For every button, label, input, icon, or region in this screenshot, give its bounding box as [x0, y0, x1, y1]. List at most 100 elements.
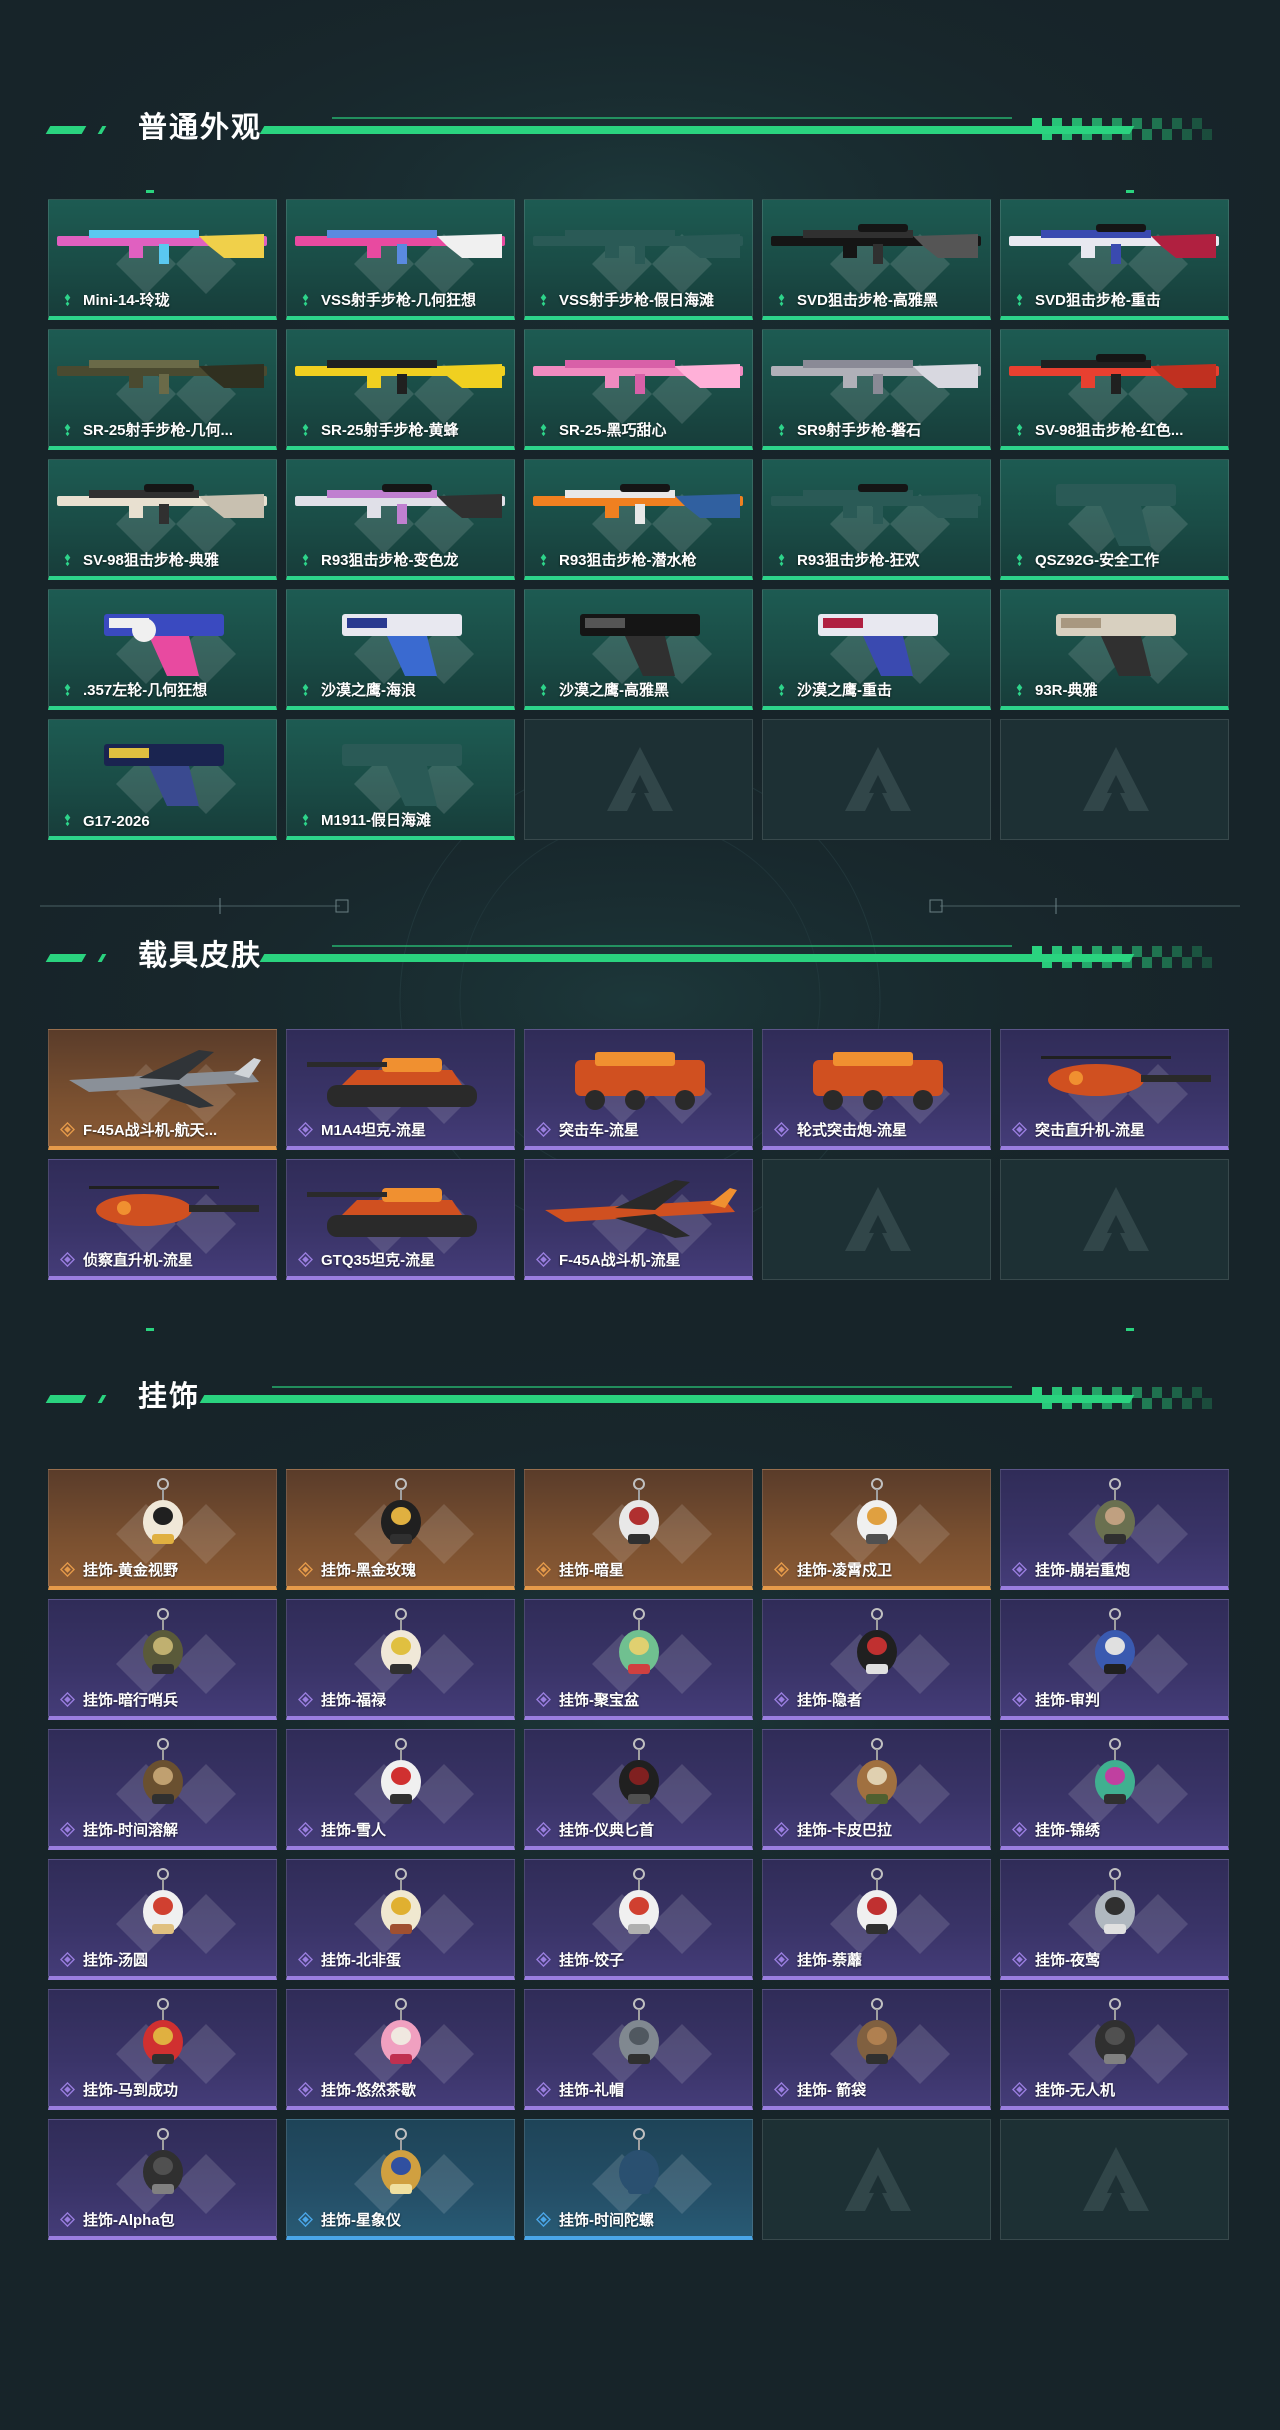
empty-slot[interactable] — [524, 719, 753, 840]
item-card[interactable]: 挂饰-黄金视野 — [48, 1469, 277, 1590]
item-card[interactable]: 挂饰-锦绣 — [1000, 1729, 1229, 1850]
item-card[interactable]: 挂饰-福禄 — [286, 1599, 515, 1720]
item-card[interactable]: 挂饰-凌霄戍卫 — [762, 1469, 991, 1590]
item-card[interactable]: F-45A战斗机-航天... — [48, 1029, 277, 1150]
item-card[interactable]: SVD狙击步枪-重击 — [1000, 199, 1229, 320]
item-card[interactable]: QSZ92G-安全工作 — [1000, 459, 1229, 580]
item-label: SV-98狙击步枪-典雅 — [83, 552, 219, 569]
item-label: .357左轮-几何狂想 — [83, 682, 208, 699]
rarity-diamond-icon — [778, 553, 785, 567]
item-card[interactable]: 挂饰-黑金玫瑰 — [286, 1469, 515, 1590]
item-card[interactable]: 挂饰-马到成功 — [48, 1989, 277, 2110]
item-card[interactable]: 挂饰-卡皮巴拉 — [762, 1729, 991, 1850]
item-card[interactable]: F-45A战斗机-流星 — [524, 1159, 753, 1280]
charm-icon — [381, 1738, 421, 1804]
rarity-diamond-icon — [60, 1252, 75, 1267]
item-card[interactable]: R93狙击步枪-狂欢 — [762, 459, 991, 580]
item-card[interactable]: R93狙击步枪-潜水枪 — [524, 459, 753, 580]
charms-grid: 挂饰-黄金视野 挂饰-黑金玫瑰 挂饰-暗星 挂饰-凌霄戍卫 挂饰-崩岩重炮挂饰-暗行哨兵… — [48, 1469, 1229, 2240]
item-card[interactable]: VSS射手步枪-几何狂想 — [286, 199, 515, 320]
item-card[interactable]: 挂饰-北非蛋 — [286, 1859, 515, 1980]
item-card[interactable]: M1911-假日海滩 — [286, 719, 515, 840]
empty-slot[interactable] — [762, 2119, 991, 2240]
item-card[interactable]: 挂饰-隐者 — [762, 1599, 991, 1720]
rarity-diamond-icon — [64, 553, 71, 567]
item-label: 挂饰-饺子 — [559, 1952, 624, 1969]
item-card[interactable]: 挂饰-悠然茶歇 — [286, 1989, 515, 2110]
item-card[interactable]: M1A4坦克-流星 — [286, 1029, 515, 1150]
item-card[interactable]: 挂饰-饺子 — [524, 1859, 753, 1980]
game-logo-icon — [1083, 747, 1149, 811]
charm-icon — [1095, 1738, 1135, 1804]
item-card[interactable]: 挂饰-萘蘼 — [762, 1859, 991, 1980]
item-card[interactable]: 挂饰-无人机 — [1000, 1989, 1229, 2110]
item-card[interactable]: 挂饰-暗星 — [524, 1469, 753, 1590]
item-card[interactable]: 沙漠之鹰-重击 — [762, 589, 991, 710]
item-card[interactable]: 挂饰-雪人 — [286, 1729, 515, 1850]
item-card[interactable]: 挂饰-仪典匕首 — [524, 1729, 753, 1850]
item-card[interactable]: 挂饰-夜莺 — [1000, 1859, 1229, 1980]
rarity-diamond-icon — [536, 1952, 551, 1967]
item-label: 挂饰- 箭袋 — [797, 2082, 867, 2099]
item-card[interactable]: 挂饰-崩岩重炮 — [1000, 1469, 1229, 1590]
item-card[interactable]: 挂饰- 箭袋 — [762, 1989, 991, 2110]
item-card[interactable]: GTQ35坦克-流星 — [286, 1159, 515, 1280]
item-card[interactable]: 挂饰-Alpha包 — [48, 2119, 277, 2240]
rarity-diamond-icon — [1012, 1122, 1027, 1137]
item-card[interactable]: SV-98狙击步枪-红色... — [1000, 329, 1229, 450]
rarity-diamond-icon — [540, 293, 547, 307]
item-card[interactable]: 沙漠之鹰-高雅黑 — [524, 589, 753, 710]
item-card[interactable]: G17-2026 — [48, 719, 277, 840]
game-logo-icon — [607, 747, 673, 811]
rarity-diamond-icon — [1016, 293, 1023, 307]
rarity-diamond-icon — [778, 423, 785, 437]
item-card[interactable]: 突击直升机-流星 — [1000, 1029, 1229, 1150]
item-card[interactable]: 沙漠之鹰-海浪 — [286, 589, 515, 710]
item-card[interactable]: R93狙击步枪-变色龙 — [286, 459, 515, 580]
item-card[interactable]: SR-25-黑巧甜心 — [524, 329, 753, 450]
empty-slot[interactable] — [762, 1159, 991, 1280]
item-card[interactable]: SVD狙击步枪-高雅黑 — [762, 199, 991, 320]
empty-slot[interactable] — [1000, 1159, 1229, 1280]
item-card[interactable]: 93R-典雅 — [1000, 589, 1229, 710]
item-label: 轮式突击炮-流星 — [797, 1122, 907, 1139]
item-label: 突击直升机-流星 — [1035, 1122, 1145, 1139]
rarity-diamond-icon — [774, 2082, 789, 2097]
item-card[interactable]: 挂饰-时间陀螺 — [524, 2119, 753, 2240]
rifle-icon — [295, 360, 505, 394]
item-card[interactable]: SR9射手步枪-磐石 — [762, 329, 991, 450]
header-bar — [259, 126, 1135, 134]
item-card[interactable]: SV-98狙击步枪-典雅 — [48, 459, 277, 580]
item-card[interactable]: 侦察直升机-流星 — [48, 1159, 277, 1280]
item-card[interactable]: .357左轮-几何狂想 — [48, 589, 277, 710]
item-label: R93狙击步枪-潜水枪 — [559, 552, 697, 569]
item-label: 挂饰-聚宝盆 — [559, 1692, 639, 1709]
header-bar — [259, 954, 1135, 962]
item-card[interactable]: 挂饰-聚宝盆 — [524, 1599, 753, 1720]
item-card[interactable]: 挂饰-时间溶解 — [48, 1729, 277, 1850]
header-dash — [45, 954, 87, 962]
empty-slot[interactable] — [1000, 2119, 1229, 2240]
empty-slot[interactable] — [762, 719, 991, 840]
rarity-diamond-icon — [1012, 2082, 1027, 2097]
item-label: 沙漠之鹰-海浪 — [321, 682, 416, 699]
item-label: SV-98狙击步枪-红色... — [1035, 422, 1184, 439]
empty-slot[interactable] — [1000, 719, 1229, 840]
item-card[interactable]: 挂饰-星象仪 — [286, 2119, 515, 2240]
item-card[interactable]: SR-25射手步枪-黄蜂 — [286, 329, 515, 450]
rarity-diamond-icon — [1012, 1692, 1027, 1707]
item-card[interactable]: 挂饰-审判 — [1000, 1599, 1229, 1720]
rarity-diamond-icon — [1012, 1562, 1027, 1577]
rarity-diamond-icon — [536, 1692, 551, 1707]
rarity-diamond-icon — [536, 1122, 551, 1137]
item-card[interactable]: SR-25射手步枪-几何... — [48, 329, 277, 450]
item-card[interactable]: 挂饰-礼帽 — [524, 1989, 753, 2110]
item-card[interactable]: 挂饰-汤圆 — [48, 1859, 277, 1980]
item-card[interactable]: Mini-14-玲珑 — [48, 199, 277, 320]
item-card[interactable]: 突击车-流星 — [524, 1029, 753, 1150]
item-card[interactable]: VSS射手步枪-假日海滩 — [524, 199, 753, 320]
rarity-diamond-icon — [1012, 1822, 1027, 1837]
item-card[interactable]: 轮式突击炮-流星 — [762, 1029, 991, 1150]
charm-icon — [857, 1478, 897, 1544]
item-card[interactable]: 挂饰-暗行哨兵 — [48, 1599, 277, 1720]
